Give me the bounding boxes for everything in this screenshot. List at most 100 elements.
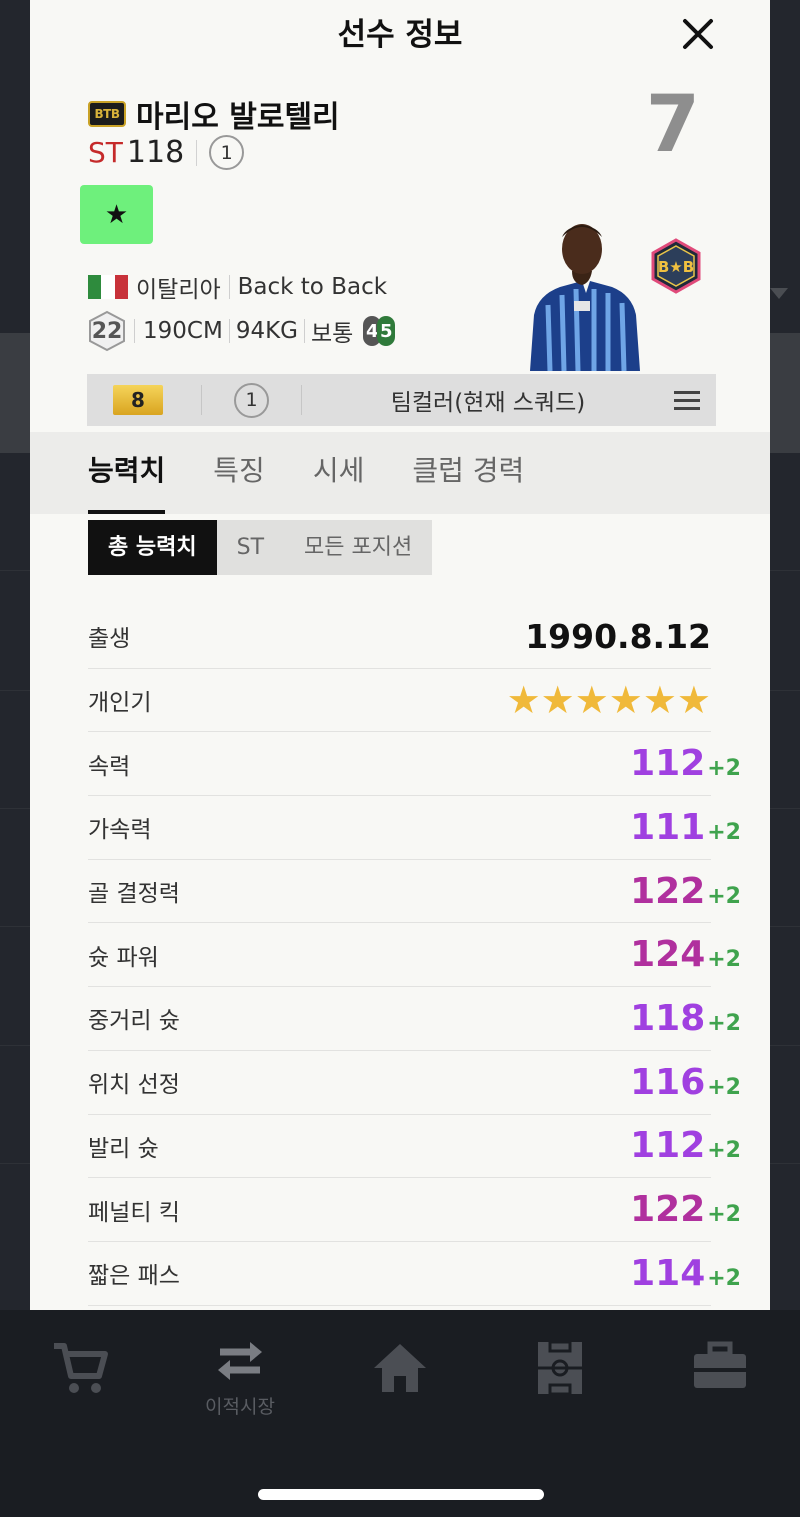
- upgrade-level-badge: 1: [209, 135, 245, 170]
- jersey-number: 7: [645, 80, 700, 170]
- stat-bonus: +2: [707, 883, 741, 909]
- stat-label: 페널티 킥: [88, 1199, 180, 1226]
- nav-shop[interactable]: [20, 1340, 140, 1400]
- stat-label: 발리 슛: [88, 1135, 159, 1162]
- stat-label: 골 결정력: [88, 881, 180, 908]
- divider: [201, 385, 202, 415]
- stat-value: 124 +2: [630, 934, 741, 976]
- tab-club-career[interactable]: 클럽 경력: [412, 432, 524, 514]
- foot-rating-badge: 4 5: [363, 316, 396, 346]
- menu-icon[interactable]: [674, 386, 700, 415]
- briefcase-icon: [694, 1341, 746, 1388]
- stat-number: 112: [630, 743, 706, 785]
- stat-row: 속력 112 +2: [88, 732, 741, 797]
- stat-value: 112 +2: [630, 743, 741, 785]
- stat-number: 116: [630, 1061, 706, 1103]
- position-label: ST: [88, 136, 123, 169]
- stat-row-skill-moves: 개인기 ★★★★★★: [88, 669, 711, 733]
- favorite-star-button[interactable]: ★: [80, 185, 153, 244]
- right-foot-value: 5: [377, 316, 396, 346]
- modal-title: 선수 정보: [337, 17, 463, 53]
- skill-stars: ★★★★★★: [506, 678, 711, 723]
- tabs-bar: 능력치 특징 시세 클럽 경력: [30, 432, 770, 514]
- divider: [134, 319, 135, 343]
- divider: [228, 319, 230, 343]
- stat-row: 가속력 111 +2: [88, 796, 741, 860]
- age-badge: 22: [86, 310, 128, 352]
- stat-row: 페널티 킥 122 +2: [88, 1178, 741, 1242]
- tab-price[interactable]: 시세: [313, 432, 365, 514]
- home-indicator: [258, 1489, 544, 1500]
- player-name-row: BTB 마리오 발로텔리: [88, 92, 340, 136]
- divider: [303, 319, 305, 343]
- field-icon: [538, 1340, 582, 1396]
- cart-icon: [54, 1343, 108, 1393]
- level-badge[interactable]: 8: [113, 385, 163, 415]
- upgrade-selector[interactable]: 1: [234, 382, 269, 418]
- transfer-icon: [218, 1342, 262, 1380]
- nav-transfer[interactable]: 이적시장: [180, 1338, 300, 1419]
- nav-transfer-label: 이적시장: [205, 1396, 275, 1418]
- stat-value: 114 +2: [630, 1252, 741, 1294]
- tab-traits[interactable]: 특징: [213, 432, 265, 514]
- nation-club-row: 이탈리아 Back to Back: [88, 270, 387, 304]
- team-color-selector[interactable]: 팀컬러(현재 스쿼드): [302, 383, 674, 417]
- stat-value: 116 +2: [630, 1061, 741, 1103]
- stat-label: 가속력: [88, 817, 152, 844]
- star-icon: ★: [104, 199, 129, 230]
- modal-header: 선수 정보: [30, 0, 770, 70]
- stat-label: 개인기: [88, 690, 152, 717]
- stat-row: 위치 선정 116 +2: [88, 1051, 741, 1115]
- stat-value: 122 +2: [630, 1189, 741, 1230]
- weight-value: 94KG: [235, 318, 298, 344]
- age-value: 22: [91, 318, 123, 344]
- stat-row: 슛 파워 124 +2: [88, 923, 741, 988]
- stat-label: 위치 선정: [88, 1072, 180, 1099]
- physical-info-row: 22 190CM 94KG 보통 4 5: [86, 310, 396, 352]
- segment-st[interactable]: ST: [217, 520, 284, 575]
- stat-bonus: +2: [707, 1265, 741, 1291]
- segment-total-stats[interactable]: 총 능력치: [88, 520, 217, 575]
- position-row: ST 118 1: [88, 135, 245, 170]
- close-icon: [683, 19, 713, 49]
- bottom-nav: 이적시장: [0, 1310, 800, 1517]
- stat-number: 114: [630, 1252, 706, 1294]
- nav-home[interactable]: [340, 1340, 460, 1400]
- stat-number: 118: [630, 997, 706, 1039]
- utility-bar: 8 1 팀컬러(현재 스쿼드): [87, 374, 716, 426]
- stat-label: 중거리 슛: [88, 1008, 180, 1035]
- season-badge: BTB: [88, 101, 126, 127]
- stat-bonus: +2: [707, 1010, 741, 1036]
- stat-bonus: +2: [707, 1074, 741, 1100]
- stat-label: 출생: [88, 626, 131, 653]
- stat-label: 짧은 패스: [88, 1263, 180, 1290]
- stat-number: 124: [630, 934, 706, 976]
- player-name: 마리오 발로텔리: [136, 100, 340, 135]
- tab-stats[interactable]: 능력치: [88, 432, 166, 514]
- player-photo: [530, 224, 640, 371]
- player-info-modal: 선수 정보 BTB 마리오 발로텔리 7 ST 118 1 ★ 이탈리아 Bac…: [30, 0, 770, 1310]
- close-button[interactable]: [678, 14, 718, 54]
- nav-locker[interactable]: [660, 1340, 780, 1396]
- nation-name: 이탈리아: [136, 277, 221, 303]
- stat-row: 짧은 패스 114 +2: [88, 1242, 741, 1306]
- stat-row-birth: 출생 1990.8.12: [88, 605, 711, 669]
- stat-number: 122: [630, 870, 706, 912]
- stat-value: 111 +2: [630, 806, 741, 848]
- stat-value: 112 +2: [630, 1125, 741, 1166]
- back-to-back-logo: B★B: [651, 238, 701, 294]
- overall-rating: 118: [126, 135, 185, 170]
- stat-bonus: +2: [707, 947, 741, 973]
- stat-bonus: +2: [707, 819, 741, 845]
- divider: [228, 275, 230, 299]
- stat-bonus: +2: [707, 1202, 741, 1228]
- nav-squad[interactable]: [500, 1340, 620, 1400]
- stats-list: 출생 1990.8.12 개인기 ★★★★★★ 속력 112 +2 가속력 111 +2 골…: [88, 605, 741, 1306]
- segment-all-positions[interactable]: 모든 포지션: [284, 520, 432, 575]
- birth-date: 1990.8.12: [525, 616, 711, 656]
- chevron-down-icon: [770, 288, 788, 299]
- stat-row: 발리 슛 112 +2: [88, 1115, 741, 1179]
- stat-bonus: +2: [707, 756, 741, 782]
- stat-number: 111: [630, 806, 706, 848]
- club-name: Back to Back: [237, 274, 388, 300]
